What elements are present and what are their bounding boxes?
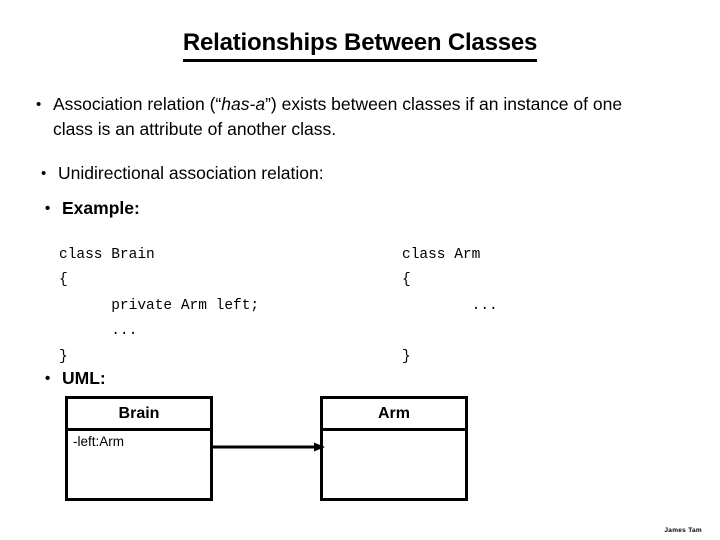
bullet-example-text: Example:: [62, 198, 140, 218]
uml-class-attributes-arm: [323, 431, 465, 434]
bullet-association: • Association relation (“has-a”) exists …: [36, 92, 636, 142]
code-block-arm: class Arm { ... }: [402, 246, 498, 365]
bullet-marker-icon: •: [45, 200, 51, 217]
uml-class-box-brain: Brain -left:Arm: [65, 396, 213, 501]
bullet-marker-icon: •: [45, 370, 51, 387]
uml-class-box-arm: Arm: [320, 396, 468, 501]
bullet-uml-text: UML:: [62, 368, 106, 388]
bullet-example: • Example:: [45, 196, 445, 221]
footer-credit: James Tam: [664, 527, 702, 534]
page-title-text: Relationships Between Classes: [182, 28, 537, 62]
bullet-association-text: Association relation (“has-a”) exists be…: [53, 92, 636, 142]
code-block-brain: class Brain { private Arm left; ... }: [59, 246, 260, 365]
slide-canvas: Relationships Between Classes • Associat…: [0, 0, 720, 540]
bullet-unidirectional-text: Unidirectional association relation:: [58, 163, 324, 183]
bullet-unidirectional: • Unidirectional association relation:: [41, 161, 601, 186]
bullet-association-pre: Association relation (“: [53, 94, 222, 114]
bullet-marker-icon: •: [41, 165, 47, 182]
uml-class-name-arm: Arm: [323, 399, 465, 431]
bullet-marker-icon: •: [36, 96, 42, 113]
bullet-association-emphasis: has-a: [221, 94, 266, 114]
uml-class-name-brain: Brain: [68, 399, 210, 431]
uml-class-attributes-brain: -left:Arm: [73, 434, 125, 449]
uml-association-arrow-icon: [210, 442, 325, 452]
bullet-uml: • UML:: [45, 366, 445, 391]
page-title: Relationships Between Classes: [0, 28, 720, 62]
